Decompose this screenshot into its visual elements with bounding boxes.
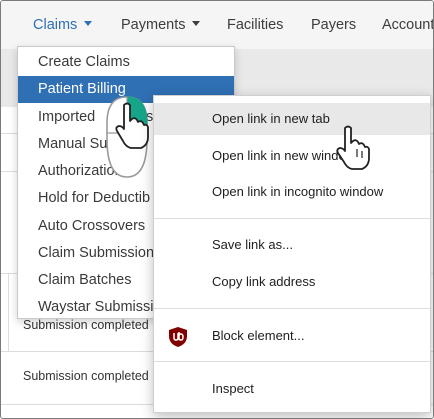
- hand-pointer-icon: [115, 102, 149, 149]
- ctx-open-new-window[interactable]: Open link in new window: [154, 140, 430, 172]
- nav-payers[interactable]: Payers: [311, 1, 356, 49]
- menu-item-imported-label: Imported: [38, 109, 96, 125]
- nav-claims[interactable]: Claims: [33, 1, 93, 49]
- ctx-block-element-label: Block element...: [212, 328, 305, 343]
- chevron-down-icon: [84, 20, 93, 26]
- nav-facilities-label: Facilities: [227, 17, 284, 33]
- top-navbar: Claims Payments Facilities Payers Accoun…: [1, 1, 434, 49]
- nav-account-label: Account: [382, 17, 434, 33]
- hand-pointer-icon: [336, 125, 370, 170]
- menu-separator: [154, 361, 430, 362]
- chevron-down-icon: [192, 20, 201, 26]
- ctx-inspect[interactable]: Inspect: [154, 373, 430, 405]
- nav-claims-label: Claims: [33, 17, 78, 33]
- nav-payments[interactable]: Payments: [121, 1, 201, 49]
- table-cell-status: Submission completed: [23, 369, 149, 383]
- menu-separator: [154, 218, 430, 219]
- menu-separator: [154, 308, 430, 309]
- table-cell-status: Submission completed: [23, 318, 149, 332]
- browser-context-menu: Open link in new tab Open link in new wi…: [153, 95, 431, 413]
- ctx-open-new-tab[interactable]: Open link in new tab: [154, 103, 430, 135]
- nav-account[interactable]: Account: [382, 1, 434, 49]
- nav-payers-label: Payers: [311, 17, 357, 33]
- app-frame: Claims Payments Facilities Payers Accoun…: [0, 0, 434, 419]
- ctx-copy-link-address[interactable]: Copy link address: [154, 266, 430, 298]
- table-col-divider: [8, 273, 9, 351]
- ctx-block-element[interactable]: Block element...: [154, 320, 430, 352]
- nav-facilities[interactable]: Facilities: [227, 1, 283, 49]
- ctx-open-incognito[interactable]: Open link in incognito window: [154, 176, 430, 208]
- nav-payments-label: Payments: [121, 17, 186, 33]
- menu-item-create-claims[interactable]: Create Claims: [18, 49, 234, 76]
- ublock-origin-icon: [169, 327, 187, 347]
- ctx-save-link-as[interactable]: Save link as...: [154, 229, 430, 261]
